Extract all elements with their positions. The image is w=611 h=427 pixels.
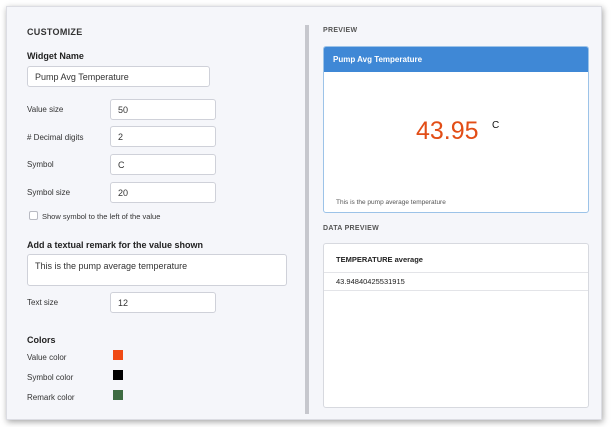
symbol-input[interactable]: C [110, 154, 216, 175]
table-cell: 43.94840425531915 [336, 277, 405, 286]
decimal-digits-label: # Decimal digits [27, 133, 84, 142]
value-color-label: Value color [27, 353, 67, 362]
widget-preview-value: 43.95 [416, 117, 479, 145]
widget-name-label: Widget Name [27, 51, 84, 61]
panel-splitter[interactable] [305, 25, 309, 414]
customize-title: CUSTOMIZE [27, 27, 83, 37]
remark-color-swatch[interactable] [113, 390, 123, 400]
data-preview-title: DATA PREVIEW [323, 225, 379, 232]
symbol-label: Symbol [27, 160, 54, 169]
table-row: 43.94840425531915 [324, 273, 588, 291]
text-size-input[interactable]: 12 [110, 292, 216, 313]
text-size-label: Text size [27, 298, 59, 307]
customize-panel: CUSTOMIZE Widget Name Pump Avg Temperatu… [7, 7, 303, 419]
remark-label: Add a textual remark for the value shown [27, 240, 204, 250]
remark-color-label: Remark color [27, 393, 75, 402]
widget-name-input[interactable]: Pump Avg Temperature [27, 66, 210, 87]
value-size-label: Value size [27, 105, 64, 114]
column-header: TEMPERATURE average [336, 255, 423, 264]
table-header-row: TEMPERATURE average [324, 244, 588, 273]
remark-input[interactable]: This is the pump average temperature [27, 254, 287, 286]
widget-preview-remark: This is the pump average temperature [336, 199, 446, 206]
show-symbol-left-label: Show symbol to the left of the value [42, 212, 161, 221]
widget-preview-symbol: C [492, 120, 500, 131]
widget-preview-card: Pump Avg Temperature 43.95 C This is the… [323, 46, 589, 213]
widget-customizer-window: CUSTOMIZE Widget Name Pump Avg Temperatu… [6, 6, 602, 420]
symbol-size-input[interactable]: 20 [110, 182, 216, 203]
show-symbol-left-checkbox[interactable] [29, 211, 38, 220]
value-size-input[interactable]: 50 [110, 99, 216, 120]
symbol-size-label: Symbol size [27, 188, 71, 197]
value-color-swatch[interactable] [113, 350, 123, 360]
colors-label: Colors [27, 335, 56, 345]
widget-preview-header: Pump Avg Temperature [324, 47, 588, 72]
preview-title: PREVIEW [323, 27, 358, 34]
decimal-digits-input[interactable]: 2 [110, 126, 216, 147]
symbol-color-label: Symbol color [27, 373, 74, 382]
data-preview-table: TEMPERATURE average 43.94840425531915 [323, 243, 589, 408]
symbol-color-swatch[interactable] [113, 370, 123, 380]
